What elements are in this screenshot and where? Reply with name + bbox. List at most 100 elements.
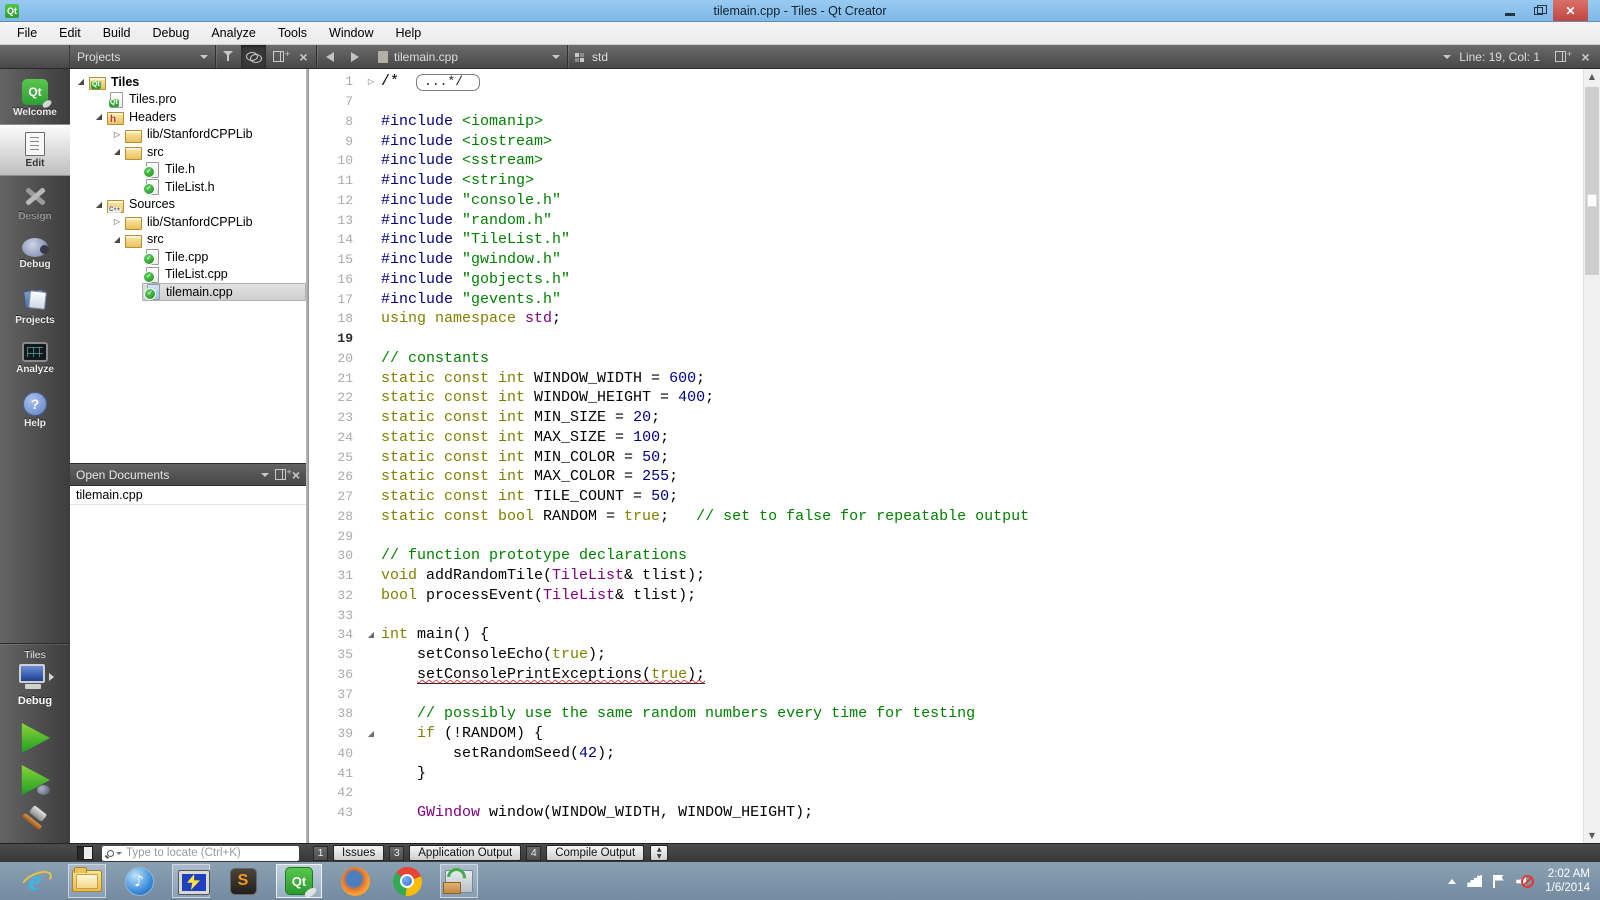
expander-icon[interactable]: ▷ [110,130,124,139]
code-line-39[interactable]: 39◢ if (!RANDOM) { [309,724,1583,744]
expander-icon[interactable]: ◢ [110,235,124,244]
tree-item-tilelist-h[interactable]: TileList.h [70,178,306,196]
mode-projects[interactable]: Projects [0,280,70,332]
tree-item-headers[interactable]: ◢Headers [70,108,306,126]
close-pane-button[interactable]: × [291,45,316,68]
output-pane-stepper[interactable]: ▲▼ [650,845,668,861]
code-line-23[interactable]: 23static const int MIN_SIZE = 20; [309,408,1583,428]
filter-button[interactable] [216,45,241,68]
tree-item-lib-stanfordcpplib[interactable]: ▷lib/StanfordCPPLib [70,126,306,144]
network-icon[interactable] [1467,875,1482,887]
minimize-button[interactable] [1495,0,1524,21]
taskbar-remote-terminal[interactable] [172,864,210,898]
code-line-26[interactable]: 26static const int MAX_COLOR = 255; [309,467,1583,487]
open-document-item[interactable]: tilemain.cpp [70,486,306,505]
expander-icon[interactable]: ▷ [110,217,124,226]
taskbar-sublime-text[interactable]: S [224,864,262,898]
code-line-19[interactable]: 19 [309,329,1583,349]
code-line-35[interactable]: 35 setConsoleEcho(true); [309,645,1583,665]
split-editor-button[interactable] [1548,51,1573,62]
editor-scrollbar[interactable]: ▲ ▼ [1583,69,1600,843]
menu-file[interactable]: File [6,22,48,44]
code-line-15[interactable]: 15#include "gwindow.h" [309,250,1583,270]
tree-item-tilelist-cpp[interactable]: TileList.cpp [70,266,306,284]
code-line-27[interactable]: 27static const int TILE_COUNT = 50; [309,487,1583,507]
taskbar-file-explorer[interactable] [68,864,106,898]
tree-item-lib-stanfordcpplib[interactable]: ▷lib/StanfordCPPLib [70,213,306,231]
scroll-up-icon[interactable]: ▲ [1584,69,1600,84]
taskbar-photo-viewer[interactable] [440,864,478,898]
hidden-icons-icon[interactable] [1448,879,1456,884]
code-line-37[interactable]: 37 [309,684,1583,704]
code-line-7[interactable]: 7 [309,92,1583,112]
menu-debug[interactable]: Debug [142,22,201,44]
code-line-43[interactable]: 43 GWindow window(WINDOW_WIDTH, WINDOW_H… [309,803,1583,823]
tree-item-tile-h[interactable]: Tile.h [70,161,306,179]
code-line-36[interactable]: 36 setConsolePrintExceptions(true); [309,665,1583,685]
mode-welcome[interactable]: QtWelcome [0,72,70,124]
fold-marker-icon[interactable]: ◢ [361,630,381,639]
debug-run-button[interactable] [20,765,50,795]
close-button[interactable]: ✕ [1553,0,1588,21]
code-line-13[interactable]: 13#include "random.h" [309,210,1583,230]
code-line-42[interactable]: 42 [309,783,1583,803]
code-line-40[interactable]: 40 setRandomSeed(42); [309,744,1583,764]
locator-input[interactable] [126,847,294,859]
run-button[interactable] [20,723,50,753]
tree-item-tiles[interactable]: ◢Tiles [70,73,306,91]
expander-icon[interactable]: ◢ [92,200,106,209]
expander-icon[interactable]: ◢ [92,112,106,121]
forward-button[interactable] [342,45,367,68]
tree-item-tiles-pro[interactable]: Tiles.pro [70,91,306,109]
back-button[interactable] [317,45,342,68]
code-line-20[interactable]: 20// constants [309,349,1583,369]
chevron-down-icon[interactable] [261,473,269,477]
menu-help[interactable]: Help [384,22,432,44]
taskbar-qt-creator[interactable]: Qt [276,864,322,898]
close-document-button[interactable]: × [1573,50,1598,64]
code-line-34[interactable]: 34◢int main() { [309,625,1583,645]
tree-item-src[interactable]: ◢src [70,143,306,161]
code-line-17[interactable]: 17#include "gevents.h" [309,289,1583,309]
code-line-12[interactable]: 12#include "console.h" [309,191,1583,211]
document-selector[interactable]: tilemain.cpp [367,45,567,68]
expander-icon[interactable]: ◢ [74,77,88,86]
expander-icon[interactable]: ◢ [110,147,124,156]
code-line-8[interactable]: 8#include <iomanip> [309,112,1583,132]
mode-edit[interactable]: Edit [0,124,70,176]
scrollbar-track[interactable] [1584,84,1600,828]
code-line-24[interactable]: 24static const int MAX_SIZE = 100; [309,428,1583,448]
code-line-14[interactable]: 14#include "TileList.h" [309,230,1583,250]
code-line-41[interactable]: 41 } [309,763,1583,783]
code-line-38[interactable]: 38 // possibly use the same random numbe… [309,704,1583,724]
split-icon[interactable] [275,469,286,480]
scrollbar-thumb[interactable] [1585,87,1599,275]
menu-window[interactable]: Window [318,22,384,44]
locator[interactable] [102,846,299,861]
pane-button-compile-output[interactable]: Compile Output [546,845,644,861]
split-pane-button[interactable] [266,45,291,68]
kit-selector[interactable]: Tiles Debug [0,643,70,707]
code-line-10[interactable]: 10#include <sstream> [309,151,1583,171]
symbol-selector[interactable]: std [568,45,615,68]
mode-analyze[interactable]: Analyze [0,332,70,384]
pane-button-issues[interactable]: Issues [333,845,384,861]
menu-analyze[interactable]: Analyze [200,22,266,44]
code-line-29[interactable]: 29 [309,526,1583,546]
code-line-25[interactable]: 25static const int MIN_COLOR = 50; [309,447,1583,467]
titlebar[interactable]: Qt tilemain.cpp - Tiles - Qt Creator ✕ [0,0,1600,22]
pane-button-application-output[interactable]: Application Output [409,845,521,861]
taskbar-internet-explorer[interactable]: e [16,864,54,898]
code-line-31[interactable]: 31void addRandomTile(TileList& tlist); [309,566,1583,586]
fold-marker-icon[interactable]: ▷ [361,77,381,86]
chevron-down-icon[interactable] [1443,55,1451,59]
scroll-down-icon[interactable]: ▼ [1584,828,1600,843]
code-line-33[interactable]: 33 [309,605,1583,625]
taskbar-itunes[interactable] [120,864,158,898]
code-line-9[interactable]: 9#include <iostream> [309,131,1583,151]
code-line-28[interactable]: 28static const bool RANDOM = true; // se… [309,507,1583,527]
restore-button[interactable] [1524,0,1553,21]
taskbar-firefox[interactable] [336,864,374,898]
mode-debug[interactable]: Debug [0,228,70,280]
code-line-18[interactable]: 18using namespace std; [309,309,1583,329]
